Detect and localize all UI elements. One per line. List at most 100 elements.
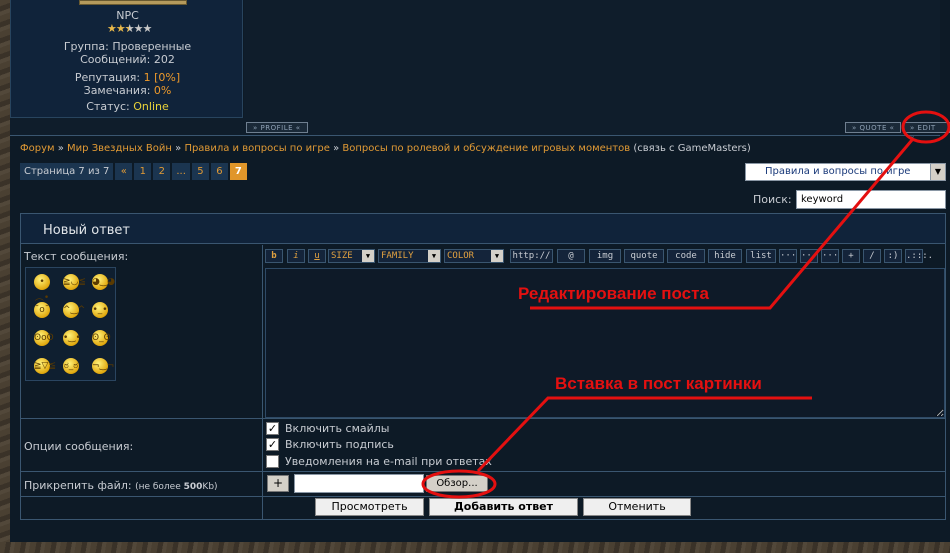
annotation-insert-image: Вставка в пост картинки [555, 374, 762, 393]
toolbar-button[interactable]: ··· [779, 249, 797, 263]
smiley-icon[interactable]: ¬‿¬ [92, 358, 114, 374]
list-button[interactable]: list [746, 249, 776, 263]
img-button[interactable]: img [589, 249, 621, 263]
file-path-input[interactable] [294, 474, 424, 493]
breadcrumb-suffix: (связь с GameMasters) [633, 143, 751, 154]
browse-button[interactable]: Обзор... [426, 475, 488, 492]
submit-reply-button[interactable]: Добавить ответ [429, 498, 578, 516]
code-button[interactable]: code [667, 249, 705, 263]
reputation-row: Репутация: 1 [0%] [74, 71, 181, 84]
message-label: Текст сообщения: [24, 250, 129, 263]
messages-row: Сообщений: 202 [80, 53, 175, 66]
page-current: 7 [229, 163, 247, 180]
reply-form-title: Новый ответ [43, 223, 130, 238]
page-ellipsis: ... [172, 163, 190, 180]
stone-frame-left [0, 0, 10, 553]
smiley-icon[interactable]: ˘o˘ [34, 302, 50, 318]
toolbar-button[interactable]: .:::. [905, 249, 933, 263]
breadcrumb-star-wars-world[interactable]: Мир Звездных Войн [67, 143, 172, 154]
smiley-icon[interactable]: ʘ_ʘ [92, 330, 111, 346]
reply-form-header: Новый ответ [21, 214, 945, 244]
italic-button[interactable]: i [287, 249, 305, 263]
smiley-icon[interactable]: •‿• [63, 330, 81, 346]
smiley-icon[interactable]: ʘoʘ [34, 330, 54, 346]
smiley-icon[interactable]: •_• [92, 302, 108, 318]
post-footer [10, 118, 940, 136]
toolbar-button[interactable]: ··· [821, 249, 839, 263]
rating-stars: ★★★★★★ [107, 22, 152, 35]
options-label: Опции сообщения: [24, 440, 134, 453]
chevron-down-icon: ▼ [362, 250, 374, 262]
add-attachment-button[interactable]: + [267, 475, 289, 492]
row-divider [21, 418, 945, 419]
breadcrumb-rules[interactable]: Правила и вопросы по игре [184, 143, 329, 154]
color-select[interactable]: COLOR ▼ [444, 249, 504, 263]
hide-button[interactable]: hide [708, 249, 742, 263]
attach-label: Прикрепить файл: (не более 500Kb) [24, 479, 218, 492]
smiley-icon[interactable]: ^‿^ [63, 302, 85, 318]
reply-form: Новый ответ Текст сообщения: •︵• ≧◡≦ ◕‿◕… [20, 213, 946, 520]
email-button[interactable]: @ [557, 249, 585, 263]
group-row: Группа: Проверенные [63, 40, 192, 53]
page-link[interactable]: 5 [191, 163, 209, 180]
smiley-icon[interactable]: •︵• [34, 274, 50, 303]
quote-tag-button[interactable]: quote [624, 249, 664, 263]
email-notify-checkbox[interactable] [266, 455, 279, 468]
toolbar-button[interactable]: + [842, 249, 860, 263]
bold-button[interactable]: b [265, 249, 283, 263]
edit-button[interactable]: » EDIT « [903, 122, 950, 142]
smiley-panel: •︵• ≧◡≦ ◕‿◕ ˘o˘ ^‿^ •_• ʘoʘ •‿• ʘ_ʘ ≧▽≦ … [25, 267, 116, 381]
annotation-edit-post: Редактирование поста [518, 284, 709, 303]
toolbar-button[interactable]: ··· [800, 249, 818, 263]
page-link[interactable]: 1 [134, 163, 152, 180]
search-label: Поиск: [753, 193, 792, 206]
email-notify-label: Уведомления на e-mail при ответах [285, 455, 492, 468]
double-chevron-icon: « [910, 134, 915, 142]
quote-button[interactable]: » QUOTE « [845, 122, 902, 133]
breadcrumb-topic[interactable]: Вопросы по ролевой и обсуждение игровых … [342, 143, 630, 154]
url-button[interactable]: http:// [510, 249, 553, 263]
underline-button[interactable]: u [308, 249, 326, 263]
enable-signature-checkbox[interactable]: ✓ [266, 438, 279, 451]
warnings-row: Замечания: 0% [83, 84, 172, 97]
double-chevron-icon: » [852, 124, 857, 132]
smile-tag-button[interactable]: :) [884, 249, 902, 263]
family-select[interactable]: FAMILY ▼ [378, 249, 441, 263]
pagination: Страница 7 из 7 « 1 2 ... 5 6 7 [20, 163, 247, 180]
breadcrumb: Форум » Мир Звездных Войн » Правила и во… [20, 143, 751, 154]
forum-jump-select[interactable]: Правила и вопросы по игре ▼ [745, 163, 946, 181]
row-divider [21, 496, 945, 497]
enable-signature-label: Включить подпись [285, 438, 394, 451]
breadcrumb-forum[interactable]: Форум [20, 143, 55, 154]
page-link[interactable]: 2 [153, 163, 171, 180]
page-first-link[interactable]: « [115, 163, 133, 180]
enable-smilies-label: Включить смайлы [285, 422, 390, 435]
enable-smilies-checkbox[interactable]: ✓ [266, 422, 279, 435]
chevron-down-icon: ▼ [428, 250, 440, 262]
chevron-down-icon: ▼ [491, 250, 503, 262]
profile-button[interactable]: » PROFILE « [246, 122, 308, 133]
row-divider [21, 471, 945, 472]
author-name[interactable]: NPC [11, 9, 244, 22]
status-row: Статус: Online [86, 100, 169, 113]
size-select[interactable]: SIZE ▼ [328, 249, 375, 263]
column-divider [262, 245, 263, 519]
double-chevron-icon: « [889, 124, 895, 132]
page-link[interactable]: 6 [210, 163, 228, 180]
double-chevron-icon: « [295, 124, 301, 132]
page-indicator: Страница 7 из 7 [20, 163, 114, 180]
double-chevron-icon: » [253, 124, 258, 132]
double-chevron-icon: » [910, 124, 915, 132]
cancel-button[interactable]: Отменить [583, 498, 691, 516]
smiley-icon[interactable]: ◕‿◕ [92, 274, 115, 290]
toolbar-button[interactable]: / [863, 249, 881, 263]
smiley-icon[interactable]: ≧◡≦ [63, 274, 86, 290]
preview-button[interactable]: Просмотреть [315, 498, 424, 516]
avatar [79, 0, 187, 5]
smiley-icon[interactable]: ಠ_ಠ [63, 358, 79, 374]
smiley-icon[interactable]: ≧▽≦ [34, 358, 56, 374]
author-profile-panel: NPC ★★★★★★ Группа: Проверенные Сообщений… [10, 0, 243, 118]
post-body [244, 0, 940, 118]
search-input[interactable] [796, 190, 946, 209]
chevron-down-icon: ▼ [930, 164, 945, 180]
